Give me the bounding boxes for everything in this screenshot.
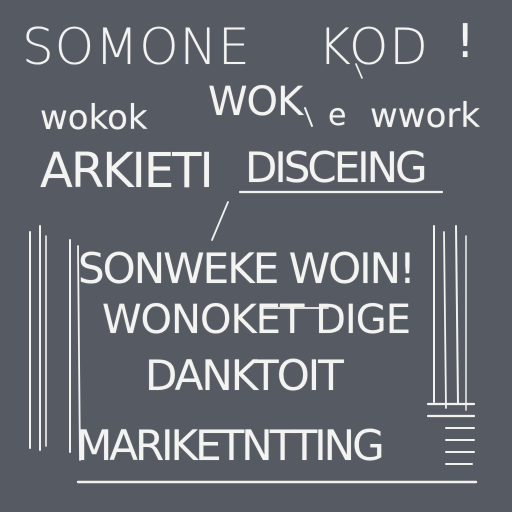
headline-word-1: SOMONE [22, 18, 251, 76]
box-line-4: MARIKETNTTING [76, 421, 385, 470]
second-line-word-2: WOK [208, 79, 303, 125]
chalkboard: SOMONE KOD ! wokok WOK e wwork ARKIETI D… [0, 0, 512, 512]
tick-stroke [304, 107, 313, 127]
right-rule-3 [455, 225, 459, 405]
second-line-word-3: e [328, 98, 347, 133]
third-line-word-2: DISCEING [245, 143, 428, 192]
second-line-word-1: wokok [40, 98, 148, 138]
second-line-word-4: wwork [370, 96, 481, 136]
box-line-1: SONWEKE WOIN! [78, 244, 416, 293]
headline-exclamation: ! [456, 14, 475, 68]
headline-word-2: KOD [318, 18, 429, 76]
third-line-word-1: ARKIETI [40, 143, 214, 199]
box-line-3: DANKTOIT [145, 351, 344, 400]
pointer-stroke [211, 201, 229, 241]
box-line-2: WONOKET DIGE [102, 297, 411, 343]
right-rule-2 [443, 231, 447, 409]
